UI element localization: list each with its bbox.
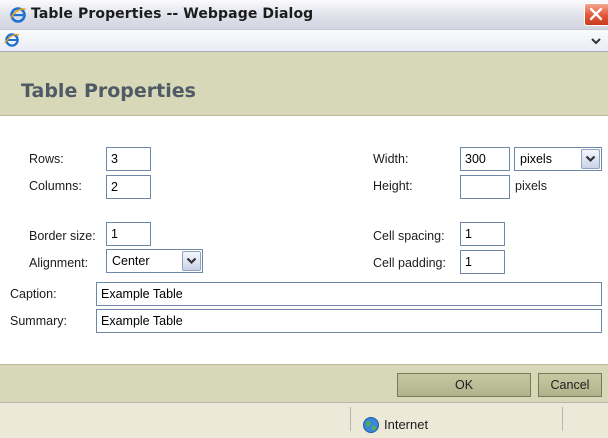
border-size-label: Border size: [29,229,96,243]
status-divider [562,407,563,431]
chevron-down-icon[interactable] [588,33,604,49]
columns-label: Columns: [29,179,82,193]
caption-label: Caption: [10,287,57,301]
cell-padding-label: Cell padding: [373,256,446,270]
ie-icon [4,33,20,47]
table-properties-form: Rows: 3 Columns: 2 Width: 300 pixels Hei… [0,116,608,364]
globe-icon [363,417,379,433]
height-label: Height: [373,179,413,193]
cell-padding-input[interactable]: 1 [460,250,505,274]
cell-spacing-input[interactable]: 1 [460,222,505,246]
address-bar [0,30,608,52]
columns-input[interactable]: 2 [106,175,151,199]
status-bar [0,402,608,438]
alignment-label: Alignment: [29,256,89,270]
ok-button[interactable]: OK [397,373,531,397]
cell-spacing-label: Cell spacing: [373,229,445,243]
rows-label: Rows: [29,152,64,166]
chevron-down-icon [186,257,197,265]
cancel-button[interactable]: Cancel [538,373,602,397]
title-bar: Table Properties -- Webpage Dialog [0,0,608,30]
width-unit-value: pixels [520,152,552,166]
width-input[interactable]: 300 [460,147,510,171]
dialog-header: Table Properties [0,52,608,116]
page-title: Table Properties [21,80,196,102]
alignment-dropdown-button[interactable] [182,251,201,271]
summary-label: Summary: [10,314,67,328]
close-icon [589,7,603,21]
ie-icon [9,7,26,23]
caption-input[interactable]: Example Table [96,282,602,306]
window-title: Table Properties -- Webpage Dialog [31,6,314,22]
summary-input[interactable]: Example Table [96,309,602,333]
height-input[interactable] [460,175,510,199]
security-zone-label: Internet [384,417,429,432]
alignment-value: Center [112,254,150,268]
width-label: Width: [373,152,409,166]
chevron-down-icon [585,155,596,163]
dialog-footer: OK Cancel [0,364,608,402]
close-button[interactable] [584,3,608,26]
width-unit-dropdown-button[interactable] [581,149,600,169]
alignment-select[interactable]: Center [106,249,203,273]
rows-input[interactable]: 3 [106,147,151,171]
height-unit-label: pixels [515,179,547,193]
border-size-input[interactable]: 1 [106,222,151,246]
status-divider [350,407,351,431]
width-unit-select[interactable]: pixels [514,147,602,171]
